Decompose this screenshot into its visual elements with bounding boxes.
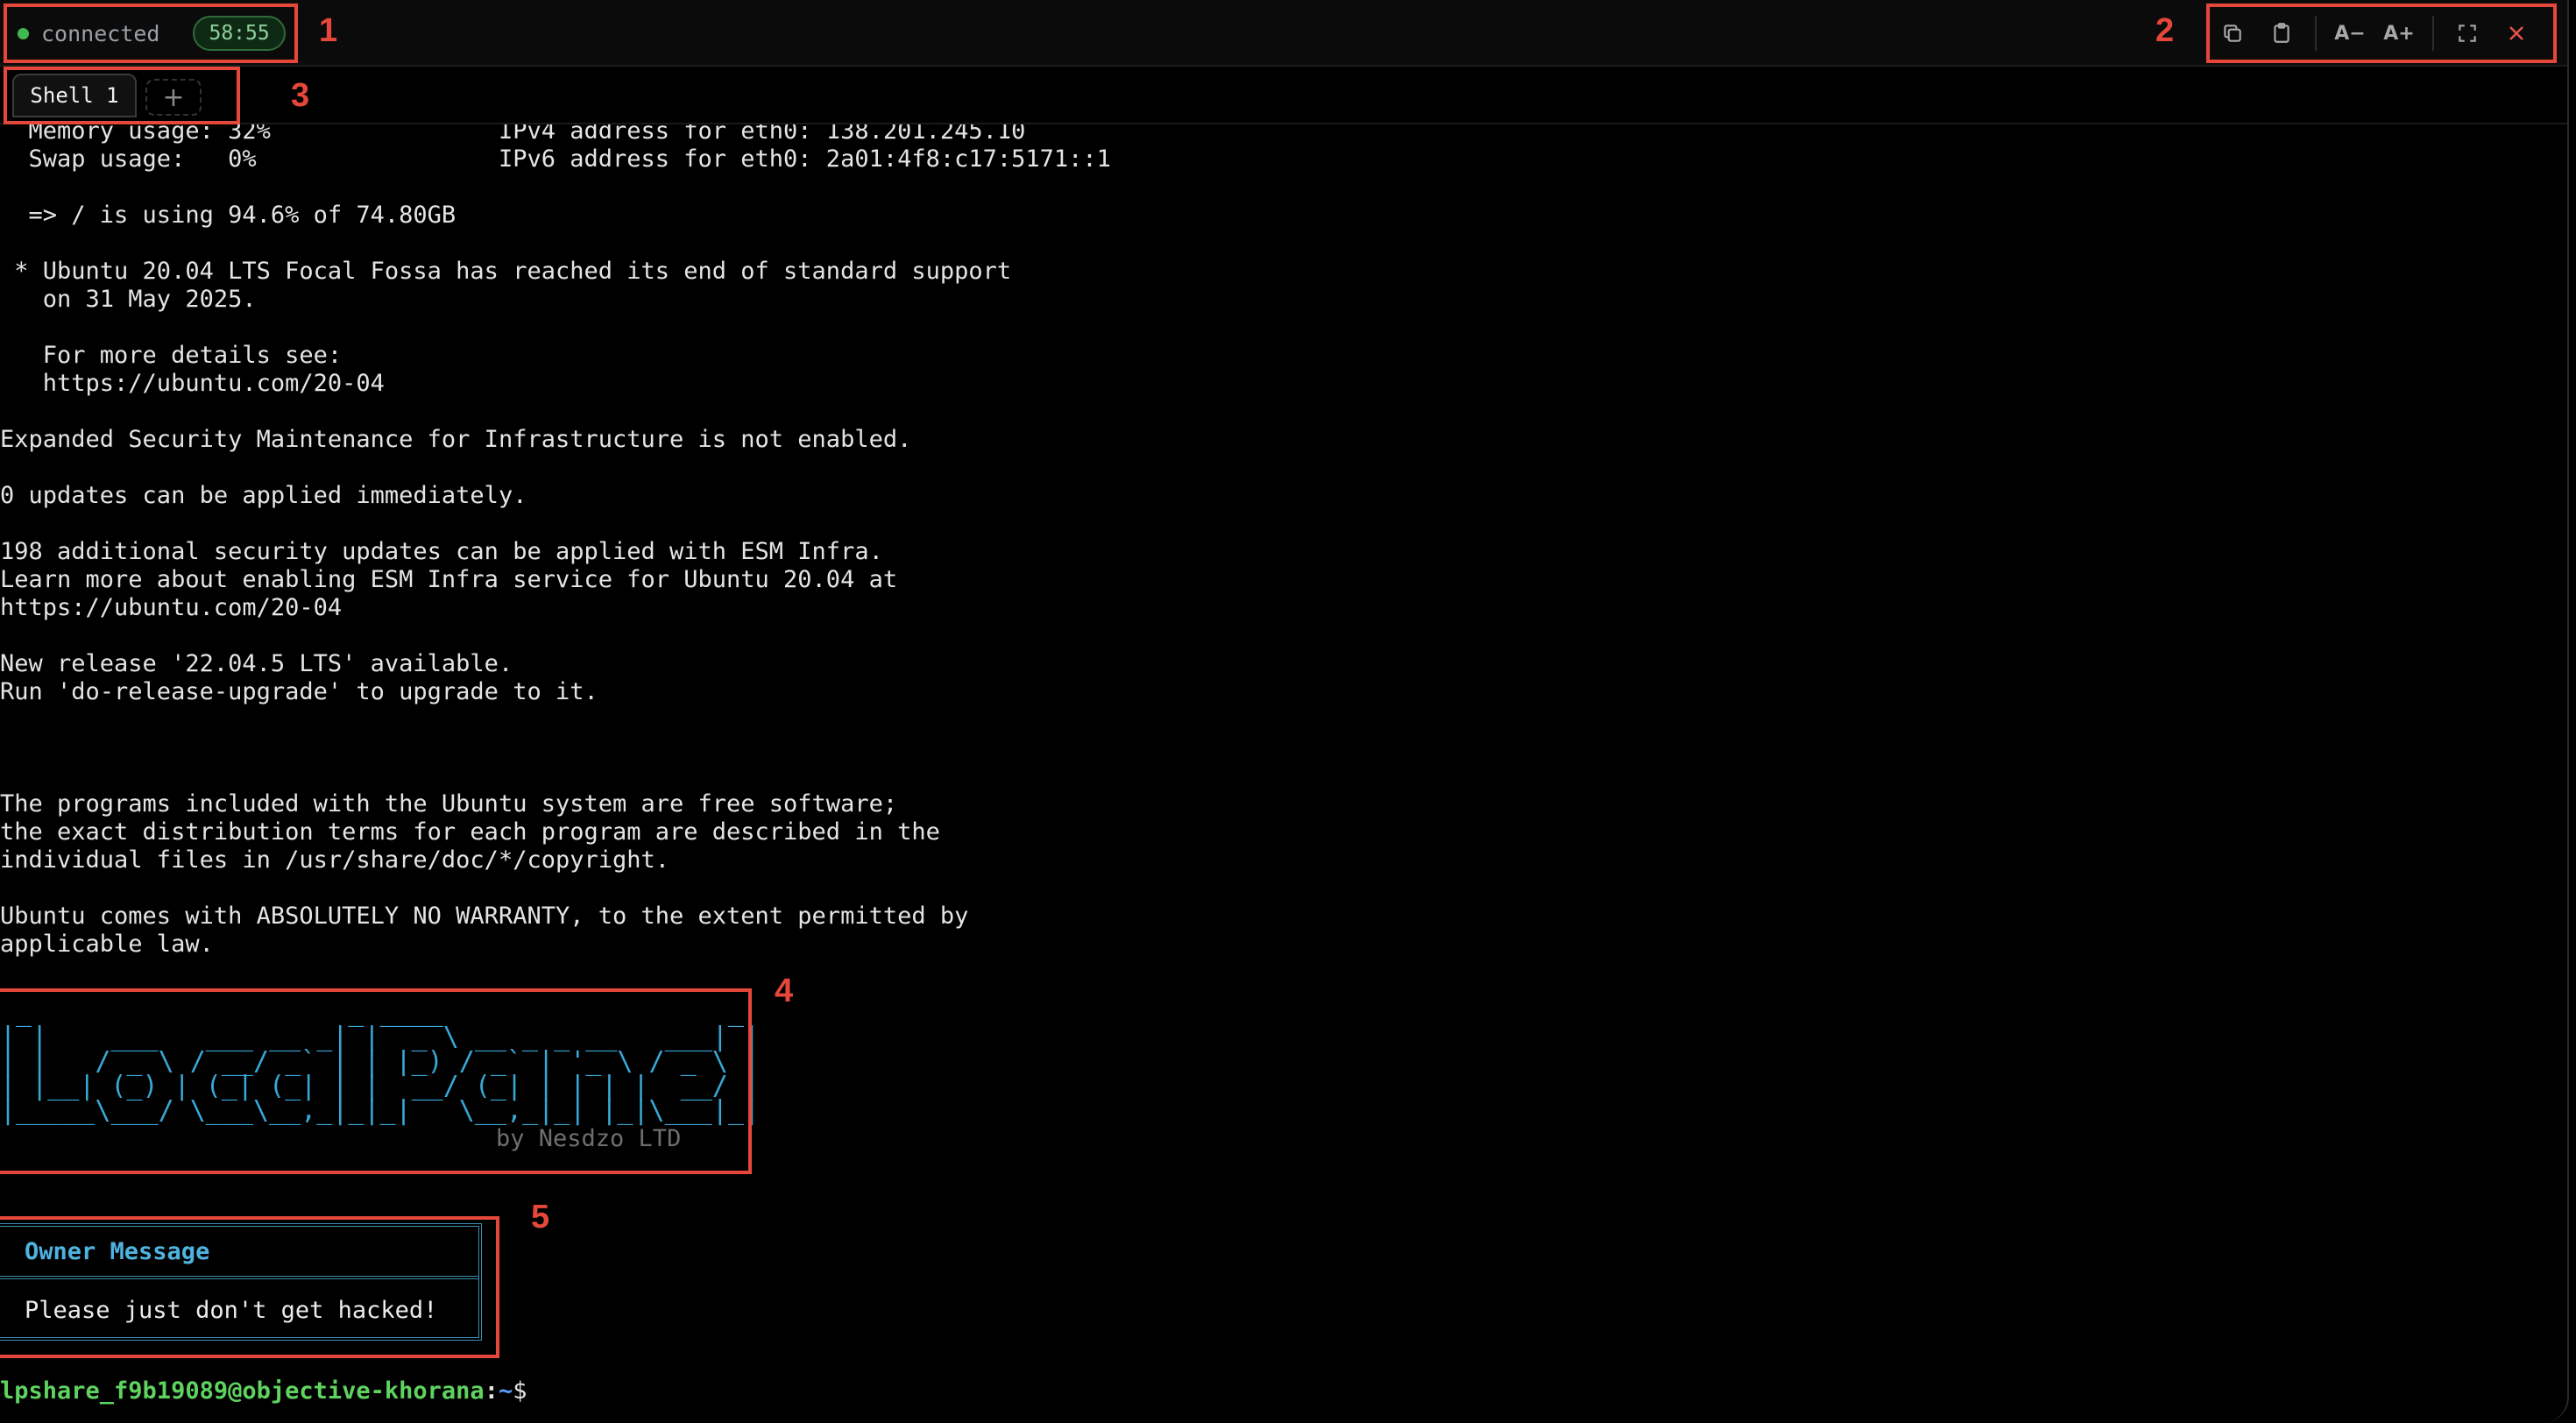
terminal-line: * Ubuntu 20.04 LTS Focal Fossa has reach… (0, 258, 1012, 285)
terminal-line: the exact distribution terms for each pr… (0, 818, 940, 846)
annotation-number-4: 4 (775, 973, 794, 1009)
prompt-symbol: $ (513, 1377, 527, 1405)
terminal-line: Swap usage: 0% IPv6 address for eth0: 2a… (0, 145, 1111, 173)
terminal-lines: Memory usage: 32% IPv4 address for eth0:… (0, 124, 2541, 959)
annotation-number-1: 1 (319, 12, 338, 49)
terminal-line: applicable law. (0, 931, 214, 958)
terminal-line: 198 additional security updates can be a… (0, 538, 883, 565)
shell-prompt[interactable]: lpshare_f9b19089@objective-khorana:~$ (0, 1376, 527, 1407)
annotation-number-3: 3 (291, 77, 310, 114)
terminal-window: connected 58:55 A− A+ Shell 1 + Memory u… (0, 0, 2569, 1423)
annotation-box-3 (4, 67, 240, 124)
terminal-line: individual files in /usr/share/doc/*/cop… (0, 846, 670, 874)
terminal-line: https://ubuntu.com/20-04 (0, 370, 385, 397)
terminal-line: Learn more about enabling ESM Infra serv… (0, 566, 898, 593)
terminal-line: New release '22.04.5 LTS' available. (0, 650, 513, 677)
prompt-path: ~ (498, 1377, 513, 1405)
terminal-line: Expanded Security Maintenance for Infras… (0, 426, 912, 453)
prompt-user-host: lpshare_f9b19089@objective-khorana (0, 1377, 485, 1405)
annotation-box-1 (4, 4, 298, 63)
terminal-line: => / is using 94.6% of 74.80GB (0, 202, 456, 229)
tab-bar: Shell 1 + (0, 67, 2567, 124)
terminal-line: 0 updates can be applied immediately. (0, 482, 527, 509)
terminal-line: Run 'do-release-upgrade' to upgrade to i… (0, 678, 598, 705)
terminal-line: Ubuntu comes with ABSOLUTELY NO WARRANTY… (0, 903, 969, 930)
annotation-box-2 (2206, 4, 2557, 63)
annotation-number-5: 5 (531, 1199, 550, 1235)
terminal-line: The programs included with the Ubuntu sy… (0, 790, 898, 818)
terminal-line: https://ubuntu.com/20-04 (0, 594, 343, 621)
top-bar: connected 58:55 A− A+ (0, 0, 2567, 67)
annotation-number-2: 2 (2155, 12, 2175, 49)
prompt-colon: : (484, 1377, 499, 1405)
annotation-box-5 (0, 1216, 499, 1358)
terminal-line: Memory usage: 32% IPv4 address for eth0:… (0, 124, 1026, 145)
terminal-line: on 31 May 2025. (0, 286, 257, 313)
annotation-box-4 (0, 988, 752, 1174)
terminal-line: For more details see: (0, 342, 343, 369)
